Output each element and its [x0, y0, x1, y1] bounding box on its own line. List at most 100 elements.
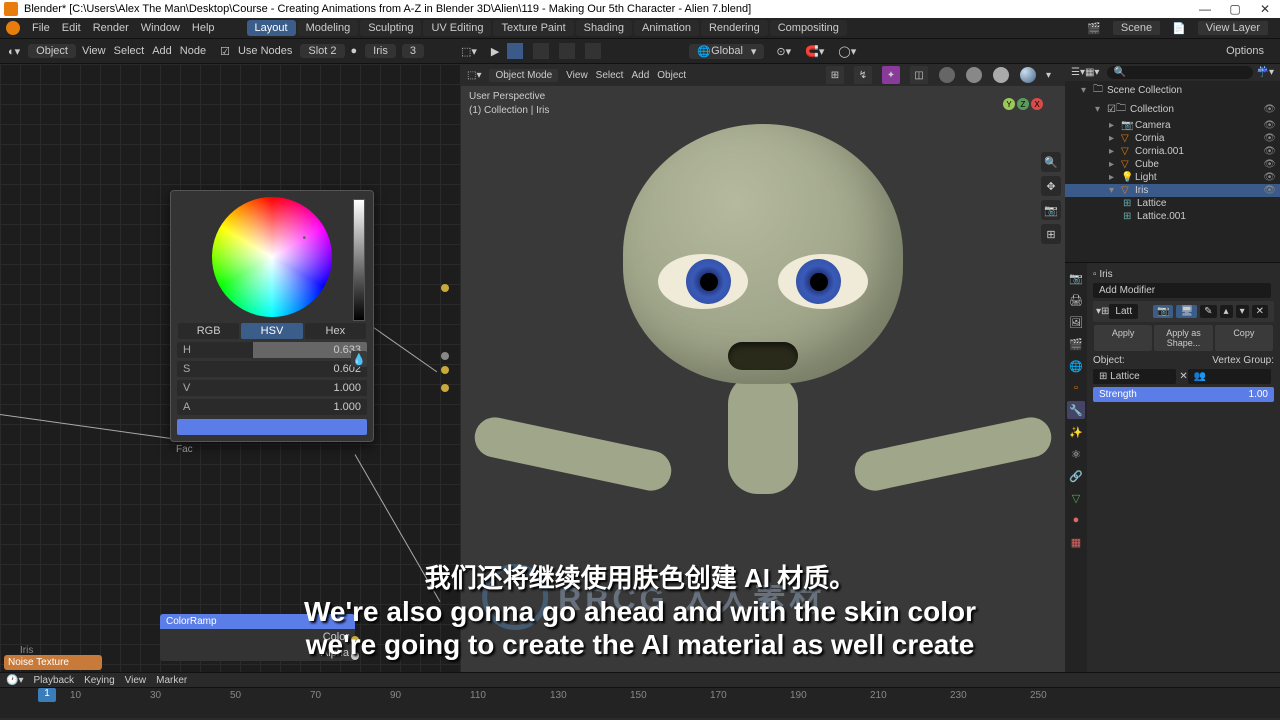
wireframe-shading[interactable] — [939, 67, 955, 83]
value-field[interactable]: V1.000 — [177, 380, 367, 396]
material-name[interactable]: Iris — [365, 44, 396, 58]
lattice-object-field[interactable]: ⊞ Lattice — [1093, 369, 1176, 384]
clear-icon[interactable]: ✕ — [1179, 371, 1187, 382]
prop-tab-modifier[interactable]: 🔧 — [1067, 401, 1085, 419]
outliner-cornia001[interactable]: Cornia.001 — [1135, 146, 1184, 157]
prop-tab-mesh[interactable]: ▽ — [1067, 489, 1085, 507]
gizmo-toggle[interactable]: ↯ — [854, 66, 872, 84]
overlay-toggle[interactable]: ⊞ — [826, 66, 844, 84]
mod-move-up[interactable]: ▴ — [1220, 305, 1233, 318]
material-users[interactable]: 3 — [402, 44, 424, 58]
shading-toggle-icon[interactable]: ✦ — [882, 66, 900, 84]
apply-button[interactable]: Apply — [1094, 325, 1152, 351]
breadcrumb-object[interactable]: Iris — [1099, 269, 1112, 280]
tab-uv[interactable]: UV Editing — [423, 20, 491, 36]
cursor-tool-icon[interactable]: ▶ — [491, 45, 499, 58]
outliner-lattice-mod[interactable]: Lattice — [1137, 198, 1166, 209]
vp-menu-view[interactable]: View — [566, 70, 588, 81]
colorramp-header[interactable]: ColorRamp — [160, 614, 355, 629]
shader-type[interactable]: Object — [28, 44, 76, 58]
maximize-button[interactable]: ▢ — [1220, 0, 1250, 18]
copy-button[interactable]: Copy — [1215, 325, 1273, 351]
timeline-marker[interactable]: Marker — [156, 675, 187, 686]
menu-help[interactable]: Help — [192, 22, 215, 34]
mod-display-render[interactable]: 📷 — [1153, 305, 1173, 318]
apply-as-shape-button[interactable]: Apply as Shape... — [1154, 325, 1212, 351]
vp-menu-add[interactable]: Add — [631, 70, 649, 81]
saturation-field[interactable]: S0.602 — [177, 361, 367, 377]
tab-modeling[interactable]: Modeling — [298, 20, 359, 36]
modifier-name[interactable]: Latt — [1109, 304, 1138, 319]
editor-icon[interactable]: ⬚▾ — [467, 70, 481, 81]
color-swatch[interactable] — [177, 419, 367, 435]
tab-sculpting[interactable]: Sculpting — [360, 20, 421, 36]
xray-toggle[interactable]: ◫ — [910, 66, 928, 84]
menu-view[interactable]: View — [82, 45, 106, 57]
menu-add[interactable]: Add — [152, 45, 172, 57]
move-view-icon[interactable]: ✥ — [1041, 176, 1061, 196]
camera-view-icon[interactable]: 📷 — [1041, 200, 1061, 220]
eyedropper-icon[interactable]: 💧 — [351, 351, 367, 367]
prop-tab-material[interactable]: ● — [1067, 511, 1085, 529]
alpha-field[interactable]: A1.000 — [177, 399, 367, 415]
tab-animation[interactable]: Animation — [634, 20, 699, 36]
prop-tab-texture[interactable]: ▦ — [1067, 533, 1085, 551]
proportional-icon[interactable]: ◯▾ — [838, 45, 856, 58]
editor-type-icon[interactable]: ◐▾ — [8, 45, 20, 58]
close-button[interactable]: ✕ — [1250, 0, 1280, 18]
menu-node[interactable]: Node — [180, 45, 206, 57]
value-slider[interactable] — [353, 199, 365, 321]
outliner-iris[interactable]: Iris — [1135, 185, 1148, 196]
colorramp-node[interactable]: ColorRamp Color Alpha — [160, 614, 355, 661]
outliner-type-icon[interactable]: ☰▾ — [1071, 67, 1085, 78]
hue-field[interactable]: H0.633 — [177, 342, 367, 358]
tab-rendering[interactable]: Rendering — [701, 20, 768, 36]
use-nodes-checkbox[interactable]: Use Nodes — [238, 45, 292, 57]
prop-tab-physics[interactable]: ⚛ — [1067, 445, 1085, 463]
outliner-camera[interactable]: Camera — [1135, 120, 1171, 131]
prop-tab-particles[interactable]: ✨ — [1067, 423, 1085, 441]
matprev-shading[interactable] — [993, 67, 1009, 83]
filter-icon[interactable]: ▦▾ — [1085, 67, 1099, 78]
select-mode-1[interactable] — [507, 43, 523, 59]
tab-texture-paint[interactable]: Texture Paint — [493, 20, 573, 36]
vp-editor-type-icon[interactable]: ⬚▾ — [461, 45, 477, 58]
outliner-lattice001-mod[interactable]: Lattice.001 — [1137, 211, 1186, 222]
mod-display-edit[interactable]: ✎ — [1200, 305, 1216, 318]
rendered-shading[interactable] — [1020, 67, 1036, 83]
select-mode-4[interactable] — [585, 43, 601, 59]
color-wheel[interactable]: • — [212, 197, 332, 317]
orientation-dropdown[interactable]: 🌐 Global ▾ — [689, 44, 764, 59]
mode-dropdown[interactable]: Object Mode — [489, 69, 558, 82]
menu-render[interactable]: Render — [93, 22, 129, 34]
prop-tab-render[interactable]: 📷 — [1067, 269, 1085, 287]
outliner-cube[interactable]: Cube — [1135, 159, 1159, 170]
zoom-icon[interactable]: 🔍 — [1041, 152, 1061, 172]
filter-toggle-icon[interactable]: ☔▾ — [1257, 67, 1274, 78]
select-mode-2[interactable] — [533, 43, 549, 59]
add-modifier-dropdown[interactable]: Add Modifier — [1093, 283, 1271, 298]
prop-tab-output[interactable]: 🖨 — [1067, 291, 1085, 309]
minimize-button[interactable]: — — [1190, 0, 1220, 18]
snap-icon[interactable]: 🧲▾ — [805, 45, 824, 58]
scene-collection[interactable]: Scene Collection — [1107, 85, 1182, 96]
prop-tab-scene[interactable]: 🎬 — [1067, 335, 1085, 353]
strength-slider[interactable]: Strength1.00 — [1093, 387, 1274, 402]
slot-dropdown[interactable]: Slot 2 — [300, 44, 344, 58]
tab-hsv[interactable]: HSV — [241, 323, 302, 339]
noise-texture-node[interactable]: Noise Texture — [4, 655, 102, 670]
mod-display-viewport[interactable]: 🖥 — [1176, 305, 1197, 318]
timeline-playback[interactable]: Playback — [33, 675, 74, 686]
outliner-light[interactable]: Light — [1135, 172, 1157, 183]
collection-item[interactable]: Collection — [1130, 104, 1174, 115]
tab-rgb[interactable]: RGB — [178, 323, 239, 339]
tab-layout[interactable]: Layout — [247, 20, 296, 36]
vertex-group-field[interactable]: 👥 — [1188, 369, 1271, 384]
prop-tab-constraints[interactable]: 🔗 — [1067, 467, 1085, 485]
menu-window[interactable]: Window — [141, 22, 180, 34]
options-dropdown[interactable]: Options — [1226, 45, 1264, 57]
select-mode-3[interactable] — [559, 43, 575, 59]
outliner-search[interactable]: 🔍 — [1107, 66, 1252, 79]
vp-menu-select[interactable]: Select — [596, 70, 624, 81]
mod-move-down[interactable]: ▾ — [1236, 305, 1249, 318]
